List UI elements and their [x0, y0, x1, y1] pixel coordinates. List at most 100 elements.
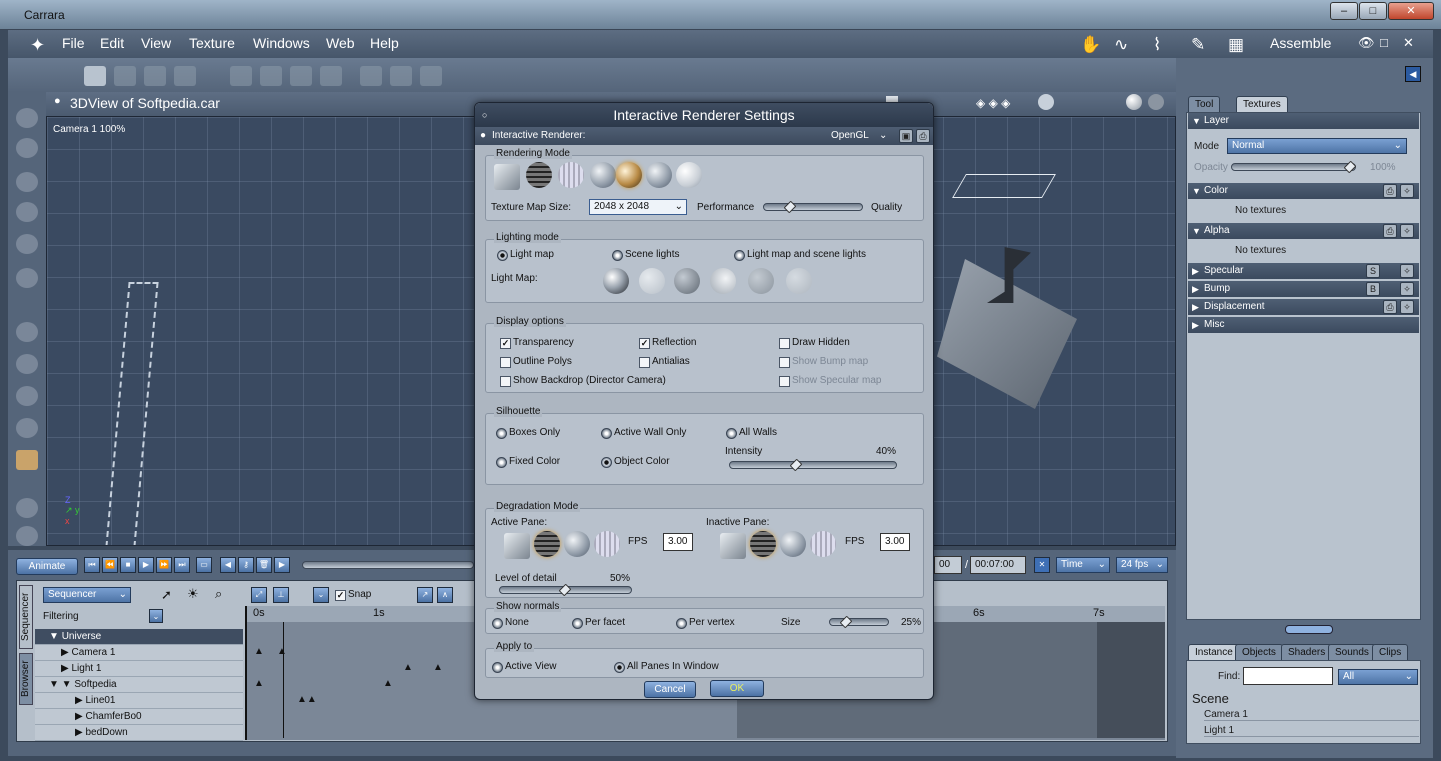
- tab-instance[interactable]: Instance: [1188, 644, 1240, 661]
- normals-size-slider[interactable]: [829, 615, 889, 629]
- go-end-icon[interactable]: ⏭: [174, 557, 190, 573]
- cancel-button[interactable]: Cancel: [644, 681, 696, 698]
- section-layer[interactable]: ▼ Layer: [1188, 113, 1419, 129]
- menu-file[interactable]: File: [62, 35, 85, 51]
- render-mode-icons[interactable]: ◈ ◈ ◈: [976, 96, 1010, 110]
- list-item-light[interactable]: Light 1: [1204, 725, 1419, 737]
- keyframe-icon[interactable]: ▲: [254, 678, 264, 689]
- lod-thumb[interactable]: [558, 583, 572, 597]
- tab-tool[interactable]: Tool: [1188, 96, 1221, 113]
- specular-key-icon[interactable]: S: [1366, 264, 1380, 278]
- view-menu-icon[interactable]: ●: [54, 95, 61, 107]
- outline-polys-checkbox[interactable]: Outline Polys: [500, 356, 572, 368]
- chevron-down-icon[interactable]: ⌄: [879, 127, 887, 145]
- performance-thumb[interactable]: [783, 200, 797, 214]
- delete-key-icon[interactable]: 🗑: [256, 557, 272, 573]
- light-hexagon[interactable]: [952, 174, 1056, 198]
- active-wall-radio[interactable]: Active Wall Only: [601, 427, 686, 439]
- track-tool-icon[interactable]: [16, 418, 38, 438]
- normals-facet-radio[interactable]: Per facet: [572, 617, 625, 629]
- fixed-color-radio[interactable]: Fixed Color: [496, 456, 560, 468]
- active-shaded-mode-icon[interactable]: [564, 531, 590, 557]
- bounding-box-mode-icon[interactable]: [494, 164, 520, 190]
- save-preset-icon[interactable]: ▣: [899, 129, 913, 143]
- maximize-button[interactable]: □: [1359, 2, 1387, 20]
- light-map-2-icon[interactable]: [639, 268, 665, 294]
- loop-icon[interactable]: ▭: [196, 557, 212, 573]
- panel-splitter[interactable]: [1285, 625, 1333, 634]
- go-start-icon[interactable]: ⏮: [84, 557, 100, 573]
- scale-tool-icon[interactable]: [16, 202, 38, 222]
- eye-icon[interactable]: 👁: [1358, 35, 1375, 51]
- dolly-tool-icon[interactable]: [16, 354, 38, 374]
- opacity-thumb[interactable]: [1343, 160, 1357, 174]
- storyboard-room-icon[interactable]: ⌇: [1153, 35, 1161, 55]
- keyframe-icon[interactable]: ▲: [254, 646, 264, 657]
- time-scrubber[interactable]: [302, 561, 474, 569]
- section-misc[interactable]: ▶ Misc: [1188, 317, 1419, 333]
- sphere-shading-icon[interactable]: [1126, 94, 1142, 110]
- menu-edit[interactable]: Edit: [100, 35, 124, 51]
- active-hidden-line-icon[interactable]: [594, 531, 620, 557]
- section-color[interactable]: ▼ Color ⎙ ✧: [1188, 183, 1419, 199]
- hand-pan-icon[interactable]: [16, 526, 38, 546]
- transparency-checkbox[interactable]: Transparency: [500, 337, 574, 349]
- move-tool-icon[interactable]: [84, 66, 106, 86]
- magic-icon[interactable]: ✧: [1400, 224, 1414, 238]
- reflection-mode-icon[interactable]: [676, 162, 702, 188]
- filter-down-icon[interactable]: ⌄: [313, 587, 329, 603]
- tree-row-line01[interactable]: ▶ Line01: [35, 693, 243, 709]
- magic-icon[interactable]: ✧: [1400, 184, 1414, 198]
- arrow-cursor-icon[interactable]: ➚: [161, 587, 172, 603]
- sequencer-select[interactable]: Sequencer ⌄: [43, 587, 131, 603]
- time-cursor[interactable]: [283, 622, 284, 738]
- wireframe-mode-icon[interactable]: [526, 162, 552, 188]
- snap-checkbox[interactable]: Snap: [335, 589, 371, 601]
- side-tab-browser[interactable]: Browser: [19, 653, 33, 705]
- sphere-wire-icon[interactable]: [1148, 94, 1164, 110]
- intensity-slider[interactable]: [729, 458, 897, 472]
- stamp-tool-icon[interactable]: [320, 66, 342, 86]
- keyframe-icon[interactable]: ▲▲: [297, 694, 317, 705]
- tab-objects[interactable]: Objects: [1235, 644, 1283, 661]
- bend-tool-icon[interactable]: [144, 66, 166, 86]
- lod-slider[interactable]: [499, 583, 632, 597]
- assemble-room-icon[interactable]: ✋: [1080, 35, 1101, 55]
- tab-shaders[interactable]: Shaders: [1281, 644, 1333, 661]
- tween-linear-icon[interactable]: ↗: [417, 587, 433, 603]
- model-room-icon[interactable]: ∿: [1114, 35, 1128, 55]
- tree-row-softpedia[interactable]: ▼ ▼ Softpedia: [35, 677, 243, 693]
- inactive-box-mode-icon[interactable]: [720, 533, 746, 559]
- section-alpha[interactable]: ▼ Alpha ⎙ ✧: [1188, 223, 1419, 239]
- show-backdrop-checkbox[interactable]: Show Backdrop (Director Camera): [500, 375, 666, 387]
- bump-key-icon[interactable]: B: [1366, 282, 1380, 296]
- smooth-shaded-mode-icon[interactable]: [646, 162, 672, 188]
- keyframe-icon[interactable]: ▲: [403, 662, 413, 673]
- fit-icon[interactable]: ⤢: [251, 587, 267, 603]
- scene-lights-radio[interactable]: Scene lights: [612, 249, 679, 261]
- menu-web[interactable]: Web: [326, 35, 355, 51]
- all-walls-radio[interactable]: All Walls: [726, 427, 777, 439]
- line-tool-icon[interactable]: [360, 66, 382, 86]
- reflection-checkbox[interactable]: Reflection: [639, 337, 696, 349]
- keyframe-icon[interactable]: ▲: [277, 646, 287, 657]
- active-box-mode-icon[interactable]: [504, 533, 530, 559]
- fps-select[interactable]: 24 fps ⌄: [1116, 557, 1168, 573]
- magic-icon[interactable]: ✧: [1400, 300, 1414, 314]
- camera-tool-icon[interactable]: [16, 498, 38, 518]
- box-tool-icon[interactable]: [16, 450, 38, 470]
- intensity-thumb[interactable]: [789, 458, 803, 472]
- current-time-field[interactable]: 00: [934, 556, 962, 574]
- normals-size-thumb[interactable]: [839, 615, 853, 629]
- inactive-shaded-mode-icon[interactable]: [780, 531, 806, 557]
- ruler-tool-icon[interactable]: [390, 66, 412, 86]
- hand-tool-icon[interactable]: [114, 66, 136, 86]
- light-map-6-icon[interactable]: [786, 268, 812, 294]
- stop-icon[interactable]: ■: [120, 557, 136, 573]
- rewind-icon[interactable]: ⏪: [102, 557, 118, 573]
- filtering-dropdown-icon[interactable]: ⌄: [149, 609, 163, 623]
- sun-icon[interactable]: ☀: [187, 586, 199, 602]
- pipe-tool-icon[interactable]: [16, 234, 38, 254]
- panel-max-icon[interactable]: □: [1380, 35, 1388, 50]
- menu-texture[interactable]: Texture: [189, 35, 235, 51]
